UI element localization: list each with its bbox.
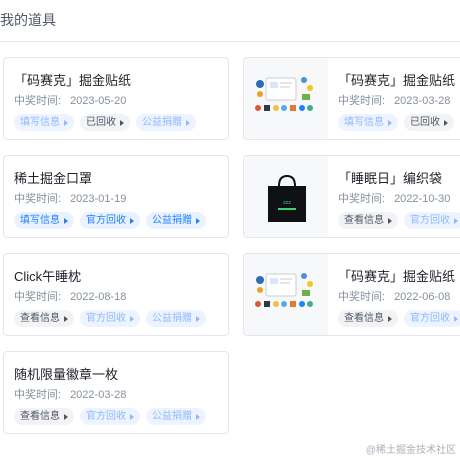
fill-info-button: 填写信息 <box>338 114 398 131</box>
fill-info-button[interactable]: 填写信息 <box>14 212 74 229</box>
prize-date-value: 2023-03-28 <box>394 95 451 107</box>
header-divider <box>0 41 460 42</box>
prize-date-label: 中奖时间: <box>14 193 62 205</box>
prize-date-label: 中奖时间: <box>14 291 62 303</box>
prize-title: 「码赛克」掘金贴纸 <box>338 73 456 88</box>
official-recycle-button: 官方回收 <box>80 310 140 327</box>
prize-actions: 填写信息已回收公益捐赠 <box>338 112 460 131</box>
prize-actions: 查看信息官方回收公益捐赠 <box>14 406 212 425</box>
prize-date-value: 2022-03-28 <box>70 389 127 401</box>
view-info-button[interactable]: 查看信息 <box>14 408 74 425</box>
prize-date-value: 2022-10-30 <box>394 193 451 205</box>
prize-date: 中奖时间: 2022-08-18 <box>14 288 126 304</box>
prize-date-value: 2023-05-20 <box>70 95 127 107</box>
prop-card-info: 随机限量徽章一枚 中奖时间: 2022-03-28 查看信息 官方回收 公益捐赠 <box>14 352 228 433</box>
prize-image <box>244 58 328 139</box>
prize-date: 中奖时间: 2022-03-28 <box>14 386 126 402</box>
prize-date-label: 中奖时间: <box>338 95 386 107</box>
recycled-button: 已回收 <box>80 114 130 131</box>
prize-actions: 查看信息官方回收公益捐赠 <box>338 210 460 229</box>
official-recycle-button[interactable]: 官方回收 <box>80 212 140 229</box>
prize-title: 「码赛克」掘金贴纸 <box>338 269 456 284</box>
view-info-button[interactable]: 查看信息 <box>338 212 398 229</box>
prize-title: 「睡眠日」编织袋 <box>338 171 443 186</box>
prize-image: zzz <box>244 156 328 237</box>
svg-text:zzz: zzz <box>283 200 291 206</box>
official-recycle-button: 官方回收 <box>404 212 460 229</box>
donate-button[interactable]: 公益捐赠 <box>146 212 206 229</box>
prop-card: 「码赛克」掘金贴纸中奖时间: 2022-06-08 查看信息官方回收公益捐赠 <box>243 253 460 336</box>
prize-date-label: 中奖时间: <box>338 193 386 205</box>
prize-title: Click午睡枕 <box>14 269 82 284</box>
prop-card: Click午睡枕 中奖时间: 2022-08-18 查看信息 官方回收 公益捐赠 <box>3 253 229 336</box>
prize-actions: 查看信息官方回收公益捐赠 <box>14 308 212 327</box>
view-info-button[interactable]: 查看信息 <box>14 310 74 327</box>
prize-actions: 填写信息 官方回收 公益捐赠 <box>14 210 212 229</box>
prize-date-value: 2023-01-19 <box>70 193 127 205</box>
prop-card: zzz 「睡眠日」编织袋中奖时间: 2022-10-30 查看信息官方回收公益捐赠 <box>243 155 460 238</box>
prize-date-label: 中奖时间: <box>14 95 62 107</box>
watermark: @稀土掘金技术社区 <box>365 445 456 456</box>
prop-card: 随机限量徽章一枚 中奖时间: 2022-03-28 查看信息 官方回收 公益捐赠 <box>3 351 229 434</box>
prize-date-label: 中奖时间: <box>338 291 386 303</box>
prop-card-info: 「码赛克」掘金贴纸中奖时间: 2022-06-08 查看信息官方回收公益捐赠 <box>338 254 460 335</box>
prop-card: 「码赛克」掘金贴纸 中奖时间: 2023-05-20 填写信息 已回收 公益捐赠 <box>3 57 229 140</box>
prize-date-value: 2022-06-08 <box>394 291 451 303</box>
prize-title: 随机限量徽章一枚 <box>14 367 119 382</box>
prize-date-label: 中奖时间: <box>14 389 62 401</box>
recycled-button: 已回收 <box>404 114 454 131</box>
prize-date: 中奖时间: 2023-03-28 <box>338 92 450 108</box>
page-title: 我的道具 <box>0 12 56 28</box>
official-recycle-button: 官方回收 <box>404 310 460 327</box>
prize-date: 中奖时间: 2023-05-20 <box>14 92 126 108</box>
donate-button: 公益捐赠 <box>146 408 206 425</box>
fill-info-button: 填写信息 <box>14 114 74 131</box>
prize-date: 中奖时间: 2022-10-30 <box>338 190 450 206</box>
prize-actions: 查看信息官方回收公益捐赠 <box>338 308 460 327</box>
prize-date: 中奖时间: 2023-01-19 <box>14 190 126 206</box>
prop-card: 稀土掘金口罩 中奖时间: 2023-01-19 填写信息 官方回收 公益捐赠 <box>3 155 229 238</box>
prop-card-info: 「码赛克」掘金贴纸中奖时间: 2023-03-28 填写信息已回收公益捐赠 <box>338 58 460 139</box>
prop-card-info: 稀土掘金口罩 中奖时间: 2023-01-19 填写信息 官方回收 公益捐赠 <box>14 156 228 237</box>
prize-date: 中奖时间: 2022-06-08 <box>338 288 450 304</box>
prop-card-info: 「睡眠日」编织袋中奖时间: 2022-10-30 查看信息官方回收公益捐赠 <box>338 156 460 237</box>
prop-card: 「码赛克」掘金贴纸中奖时间: 2023-03-28 填写信息已回收公益捐赠 <box>243 57 460 140</box>
prize-actions: 填写信息已回收公益捐赠 <box>14 112 202 131</box>
view-info-button[interactable]: 查看信息 <box>338 310 398 327</box>
prize-title: 稀土掘金口罩 <box>14 171 93 186</box>
prize-title: 「码赛克」掘金贴纸 <box>14 73 132 88</box>
donate-button: 公益捐赠 <box>136 114 196 131</box>
official-recycle-button: 官方回收 <box>80 408 140 425</box>
prop-card-info: Click午睡枕 中奖时间: 2022-08-18 查看信息 官方回收 公益捐赠 <box>14 254 228 335</box>
prop-card-info: 「码赛克」掘金贴纸 中奖时间: 2023-05-20 填写信息 已回收 公益捐赠 <box>14 58 228 139</box>
donate-button: 公益捐赠 <box>146 310 206 327</box>
prize-image <box>244 254 328 335</box>
prize-date-value: 2022-08-18 <box>70 291 127 303</box>
